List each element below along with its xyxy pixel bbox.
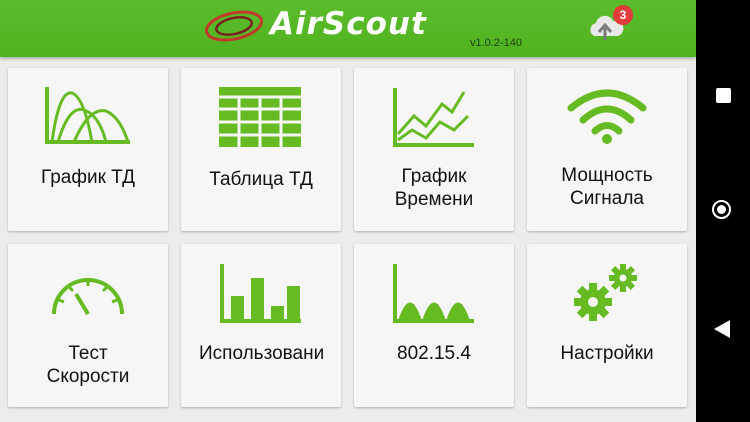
home-circle-icon[interactable] (712, 200, 731, 219)
system-nav-bar (696, 0, 750, 422)
tile-label: Настройки (560, 343, 654, 364)
back-triangle-icon[interactable] (712, 318, 732, 340)
tile-label: Мощность Сигнала (561, 165, 653, 209)
app-header: AirScout v1.0.2-140 3 (0, 0, 696, 57)
notification-badge: 3 (613, 5, 633, 25)
speedometer-icon (52, 278, 124, 316)
tile-label: 802.15.4 (397, 343, 471, 364)
app-version: v1.0.2-140 (470, 37, 522, 49)
tile-label: Использовани (199, 343, 325, 364)
spectrum-icon (393, 264, 474, 323)
tile-label: Тест Скорости (46, 343, 130, 387)
tile-ap-graph[interactable]: График ТД (8, 68, 168, 231)
tile-802-15-4[interactable]: 802.15.4 (354, 244, 514, 407)
tile-time-graph[interactable]: График Времени (354, 68, 514, 231)
gears-icon (574, 264, 637, 321)
tile-label: График ТД (40, 167, 136, 188)
tile-label: График Времени (394, 166, 474, 210)
ap-graph-icon (45, 87, 130, 144)
tile-usage[interactable]: Использовани (181, 244, 341, 407)
ap-table-icon (219, 87, 301, 147)
time-graph-icon (393, 88, 474, 147)
tile-ap-table[interactable]: Таблица ТД (181, 68, 341, 231)
tile-signal-strength[interactable]: Мощность Сигнала (527, 68, 687, 231)
airscout-logo-icon (204, 10, 264, 42)
tile-settings[interactable]: Настройки (527, 244, 687, 407)
wifi-signal-icon (567, 89, 647, 144)
usage-bars-icon (220, 264, 301, 323)
app-title: AirScout (270, 6, 427, 42)
recents-square-icon[interactable] (716, 88, 731, 103)
tile-label: Таблица ТД (209, 169, 313, 190)
tile-speed-test[interactable]: Тест Скорости (8, 244, 168, 407)
